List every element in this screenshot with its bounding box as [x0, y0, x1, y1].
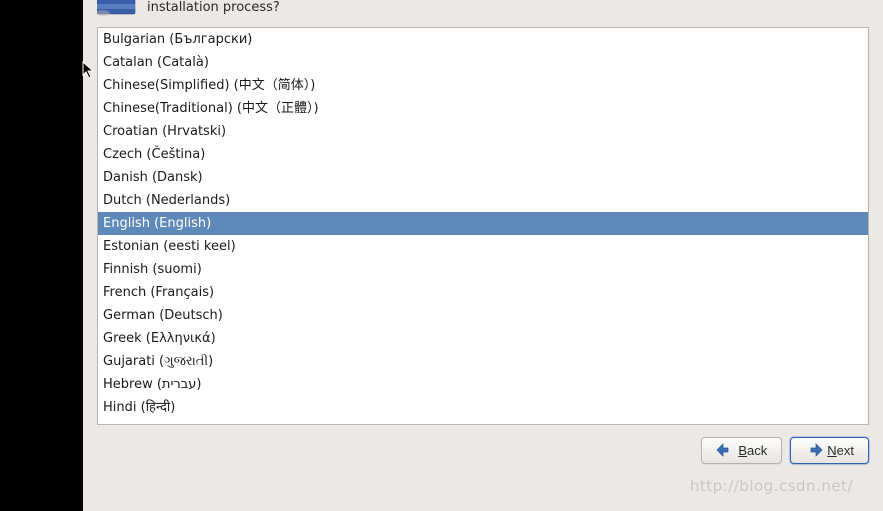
list-item[interactable]: Estonian (eesti keel) — [98, 235, 868, 258]
list-item[interactable]: English (English) — [98, 212, 868, 235]
list-item[interactable]: French (Français) — [98, 281, 868, 304]
language-listbox-container: Bulgarian (Български)Catalan (Català)Chi… — [97, 27, 869, 425]
list-item[interactable]: Greek (Ελληνικά) — [98, 327, 868, 350]
flag-icon — [97, 0, 137, 16]
prompt-text: installation process? — [147, 0, 280, 17]
list-item[interactable]: Hebrew (עברית) — [98, 373, 868, 396]
next-button-label: Next — [827, 443, 854, 458]
arrow-left-icon — [716, 443, 734, 457]
list-item[interactable]: Croatian (Hrvatski) — [98, 120, 868, 143]
button-bar: Back Next — [83, 425, 883, 472]
list-item[interactable]: Dutch (Nederlands) — [98, 189, 868, 212]
next-button[interactable]: Next — [790, 437, 869, 464]
list-item[interactable]: Gujarati (ગુજરાતી) — [98, 350, 868, 373]
back-button-label: Back — [738, 443, 767, 458]
list-item[interactable]: Bulgarian (Български) — [98, 28, 868, 51]
list-item[interactable]: Chinese(Traditional) (中文（正體）) — [98, 97, 868, 120]
header: installation process? — [83, 0, 883, 27]
list-item[interactable]: Czech (Čeština) — [98, 143, 868, 166]
arrow-right-icon — [805, 443, 823, 457]
installer-window: installation process? Bulgarian (Българс… — [83, 0, 883, 511]
list-item[interactable]: Danish (Dansk) — [98, 166, 868, 189]
list-item[interactable]: Catalan (Català) — [98, 51, 868, 74]
list-item[interactable]: German (Deutsch) — [98, 304, 868, 327]
back-button[interactable]: Back — [701, 437, 782, 464]
list-item[interactable]: Hindi (हिन्दी) — [98, 396, 868, 419]
list-item[interactable]: Finnish (suomi) — [98, 258, 868, 281]
language-listbox[interactable]: Bulgarian (Български)Catalan (Català)Chi… — [98, 28, 868, 424]
list-item[interactable]: Chinese(Simplified) (中文（简体）) — [98, 74, 868, 97]
